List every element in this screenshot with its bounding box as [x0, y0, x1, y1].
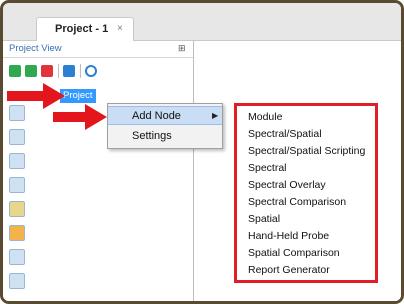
stop-icon[interactable] [41, 65, 53, 77]
run-icon[interactable] [9, 65, 21, 77]
submenu-item-report-generator[interactable]: Report Generator [248, 264, 330, 276]
tab-strip: Project - 1 × [3, 3, 401, 41]
submenu-item-spectral[interactable]: Spectral [248, 162, 287, 174]
submenu-item-hand-held-probe[interactable]: Hand-Held Probe [248, 230, 329, 242]
submenu-item-spectral-spatial-scripting[interactable]: Spectral/Spatial Scripting [248, 145, 365, 157]
submenu-item-spectral-comparison[interactable]: Spectral Comparison [248, 196, 346, 208]
search-icon[interactable] [85, 65, 97, 77]
toolbar-separator [80, 64, 81, 78]
spectral-overlay-icon[interactable] [9, 153, 25, 169]
menu-item-label: Add Node [132, 110, 181, 122]
annotation-arrow-icon [53, 104, 107, 130]
tab-project-1[interactable]: Project - 1 × [36, 17, 134, 41]
spectral-comparison-icon[interactable] [9, 177, 25, 193]
project-toolbar [9, 63, 189, 81]
app-window: Project - 1 × Project View ⊞ Project Add… [0, 0, 404, 304]
chart-node-icon[interactable] [9, 129, 25, 145]
submenu-item-module[interactable]: Module [248, 111, 282, 123]
submenu-item-spectral-spatial[interactable]: Spectral/Spatial [248, 128, 322, 140]
step-icon[interactable] [25, 65, 37, 77]
node-type-icon-column [9, 91, 27, 301]
menu-item-add-node[interactable]: Add Node ▶ [108, 106, 222, 125]
context-menu: Add Node ▶ Settings [107, 103, 223, 149]
add-node-submenu: Module Spectral/Spatial Spectral/Spatial… [234, 103, 378, 283]
spatial-icon[interactable] [9, 201, 25, 217]
close-icon[interactable]: × [117, 23, 123, 34]
pin-icon[interactable]: ⊞ [178, 43, 186, 54]
menu-item-settings[interactable]: Settings [108, 127, 222, 146]
project-view-title: Project View [9, 43, 62, 54]
submenu-arrow-icon: ▶ [212, 111, 219, 120]
submenu-item-spatial-comparison[interactable]: Spatial Comparison [248, 247, 340, 259]
submenu-item-spatial[interactable]: Spatial [248, 213, 280, 225]
toolbar-separator [58, 64, 59, 78]
spatial-comparison-icon[interactable] [9, 249, 25, 265]
submenu-item-spectral-overlay[interactable]: Spectral Overlay [248, 179, 326, 191]
report-icon[interactable] [9, 273, 25, 289]
settings-icon[interactable] [63, 65, 75, 77]
project-view-header: Project View ⊞ [3, 41, 193, 58]
tab-label: Project - 1 [55, 23, 109, 35]
probe-icon[interactable] [9, 225, 25, 241]
project-view-panel: Project View ⊞ Project [3, 41, 194, 301]
menu-item-label: Settings [132, 130, 172, 142]
